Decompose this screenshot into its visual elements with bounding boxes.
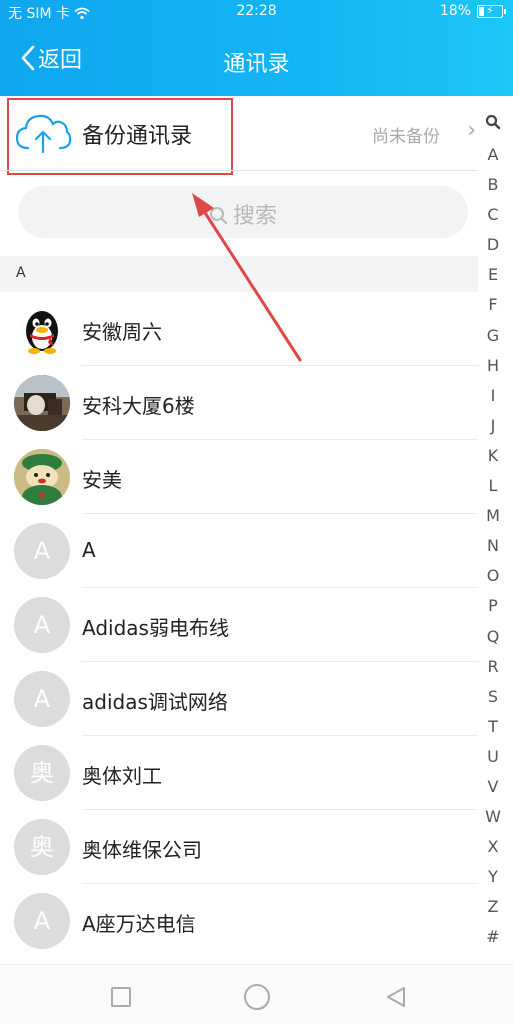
index-letter[interactable]: N <box>478 531 508 561</box>
contact-name: Adidas弱电布线 <box>82 616 229 640</box>
avatar <box>14 449 70 505</box>
contact-row[interactable]: 安科大厦6楼 <box>0 366 478 440</box>
home-button[interactable] <box>244 984 270 1010</box>
avatar: 奥 <box>14 745 70 801</box>
index-letter[interactable]: V <box>478 772 508 802</box>
section-letter: A <box>16 265 26 281</box>
avatar: A <box>14 523 70 579</box>
contact-row[interactable]: 安徽周六 <box>0 292 478 366</box>
index-letter[interactable]: D <box>478 230 508 260</box>
index-letter[interactable]: F <box>478 290 508 320</box>
contact-name: 安徽周六 <box>82 320 162 344</box>
avatar: A <box>14 671 70 727</box>
index-letter[interactable]: B <box>478 170 508 200</box>
index-letter[interactable]: G <box>478 321 508 351</box>
index-letter[interactable]: I <box>478 381 508 411</box>
header: 无 SIM 卡 22:28 18% ⚡ 返回 通讯录 <box>0 0 513 96</box>
navbar: 返回 通讯录 <box>0 38 513 82</box>
alphabet-index[interactable]: A B C D E F G H I J K L M N O P Q R S T … <box>478 108 508 953</box>
battery-icon: ⚡ <box>477 4 506 18</box>
search-placeholder-wrap: 搜索 <box>18 198 468 230</box>
chevron-right-icon: › <box>467 118 476 143</box>
system-nav-bar <box>0 964 513 1024</box>
photo-avatar-icon <box>14 375 70 431</box>
index-letter[interactable]: P <box>478 591 508 621</box>
index-letter[interactable]: L <box>478 471 508 501</box>
index-letter[interactable]: S <box>478 682 508 712</box>
contact-name: A <box>82 538 96 562</box>
penguin-avatar-icon <box>26 311 58 354</box>
index-letter[interactable]: K <box>478 441 508 471</box>
avatar <box>14 301 70 357</box>
contact-row[interactable]: A Adidas弱电布线 <box>0 588 478 662</box>
index-search-icon[interactable] <box>478 108 508 140</box>
search-icon <box>209 207 228 225</box>
index-letter[interactable]: X <box>478 832 508 862</box>
battery-percent: 18% <box>439 3 471 19</box>
index-letter[interactable]: Q <box>478 622 508 652</box>
contact-name: 奥体刘工 <box>82 764 162 788</box>
page-title: 通讯录 <box>223 52 290 77</box>
index-letter[interactable]: C <box>478 200 508 230</box>
avatar: A <box>14 893 70 949</box>
index-letter[interactable]: O <box>478 561 508 591</box>
divider <box>0 170 478 171</box>
contact-name: 安美 <box>82 468 122 492</box>
contact-name: 安科大厦6楼 <box>82 394 195 418</box>
index-letter[interactable]: M <box>478 501 508 531</box>
section-header: A <box>0 256 478 292</box>
avatar: A <box>14 597 70 653</box>
back-triangle-icon[interactable] <box>384 985 408 1009</box>
highlight-box <box>7 98 233 175</box>
index-letter[interactable]: Y <box>478 862 508 892</box>
cartoon-avatar-icon <box>14 449 70 505</box>
index-letter[interactable]: U <box>478 742 508 772</box>
index-letter[interactable]: T <box>478 712 508 742</box>
index-letter[interactable]: # <box>478 922 508 952</box>
search-input[interactable]: 搜索 <box>18 186 468 238</box>
recent-apps-button[interactable] <box>111 987 131 1007</box>
contact-row[interactable]: A A <box>0 514 478 588</box>
index-letter[interactable]: H <box>478 351 508 381</box>
contact-row[interactable]: A A座万达电信 <box>0 884 478 958</box>
search-placeholder: 搜索 <box>232 204 277 229</box>
contact-row[interactable]: 奥 奥体刘工 <box>0 736 478 810</box>
contact-row[interactable]: 奥 奥体维保公司 <box>0 810 478 884</box>
index-letter[interactable]: R <box>478 652 508 682</box>
contact-name: 奥体维保公司 <box>82 838 202 862</box>
avatar <box>14 375 70 431</box>
contact-row[interactable]: A adidas调试网络 <box>0 662 478 736</box>
status-bar: 无 SIM 卡 22:28 18% ⚡ <box>0 0 513 24</box>
index-letter[interactable]: E <box>478 260 508 290</box>
index-letter[interactable]: J <box>478 411 508 441</box>
backup-status: 尚未备份 <box>372 127 440 147</box>
clock: 22:28 <box>236 3 277 19</box>
contact-row[interactable]: 安美 <box>0 440 478 514</box>
contact-name: adidas调试网络 <box>82 690 228 714</box>
avatar: 奥 <box>14 819 70 875</box>
status-right: 18% ⚡ <box>439 3 506 19</box>
index-letter[interactable]: A <box>478 140 508 170</box>
index-letter[interactable]: Z <box>478 892 508 922</box>
index-letter[interactable]: W <box>478 802 508 832</box>
contact-name: A座万达电信 <box>82 912 196 936</box>
